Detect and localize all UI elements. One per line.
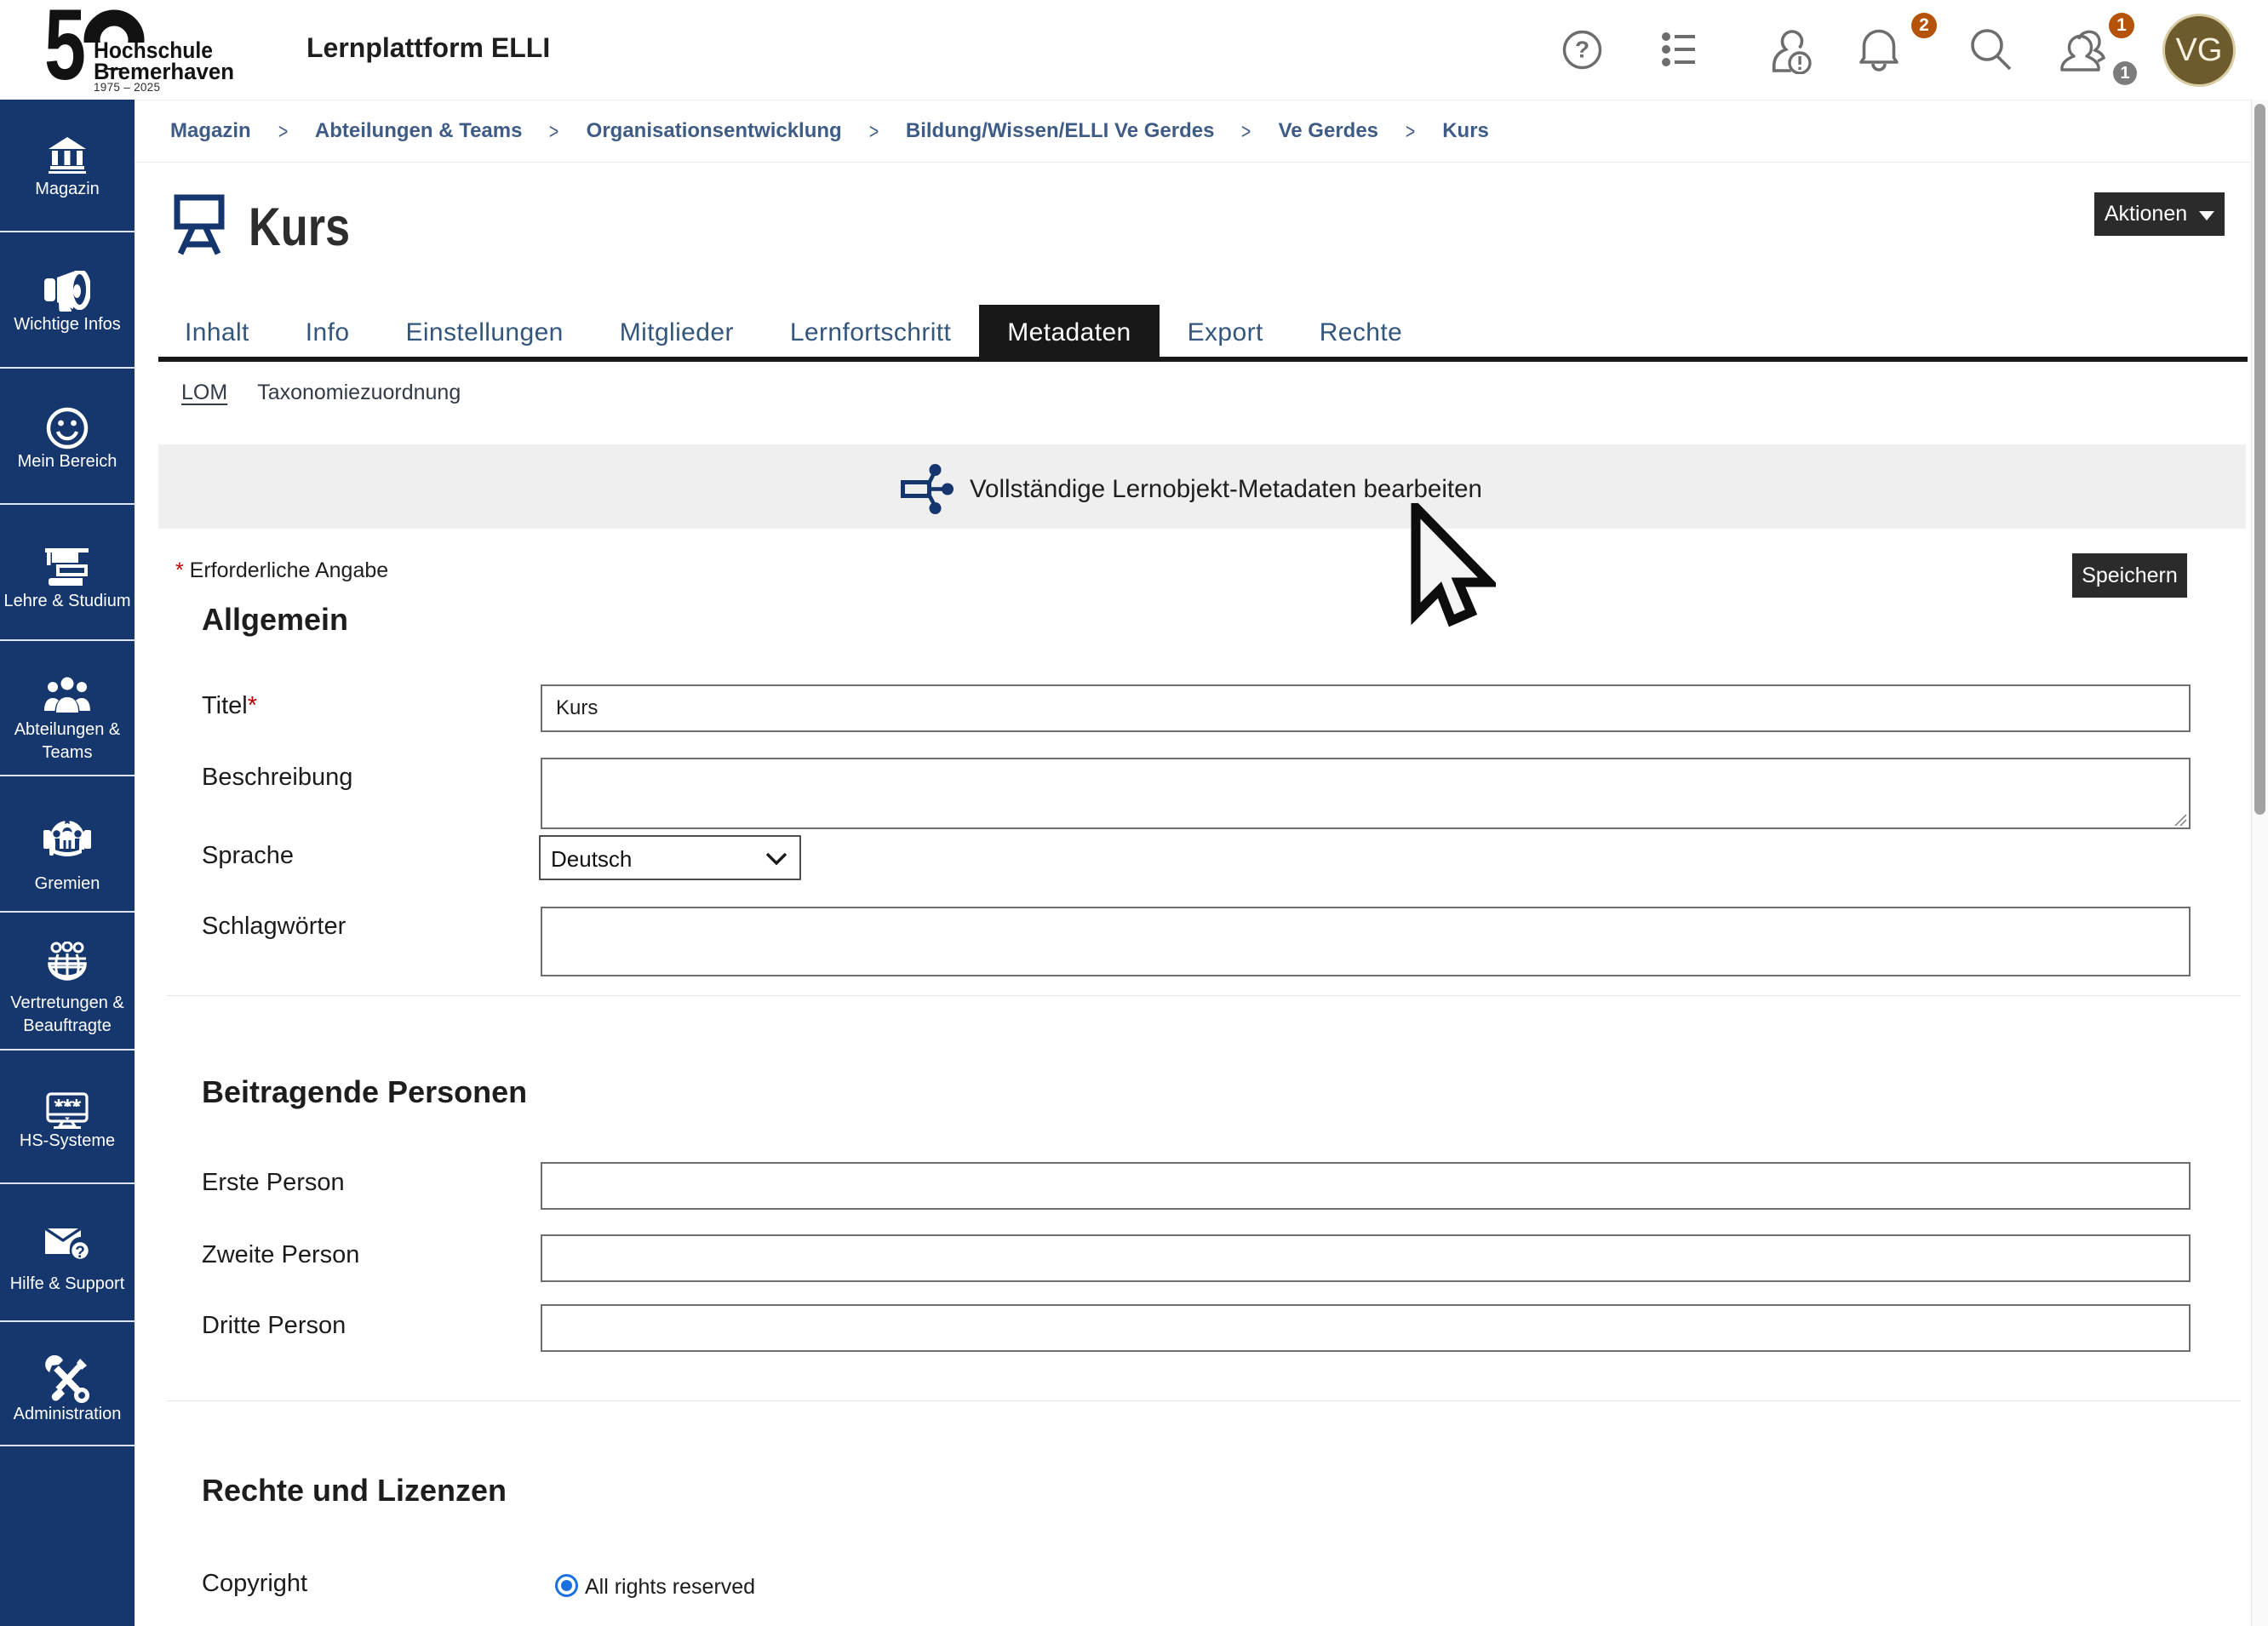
svg-text:?: ?	[1575, 37, 1589, 63]
svg-text:5: 5	[44, 7, 86, 95]
svg-text:1975 – 2025: 1975 – 2025	[94, 81, 162, 94]
svg-text:?: ?	[75, 1244, 85, 1262]
